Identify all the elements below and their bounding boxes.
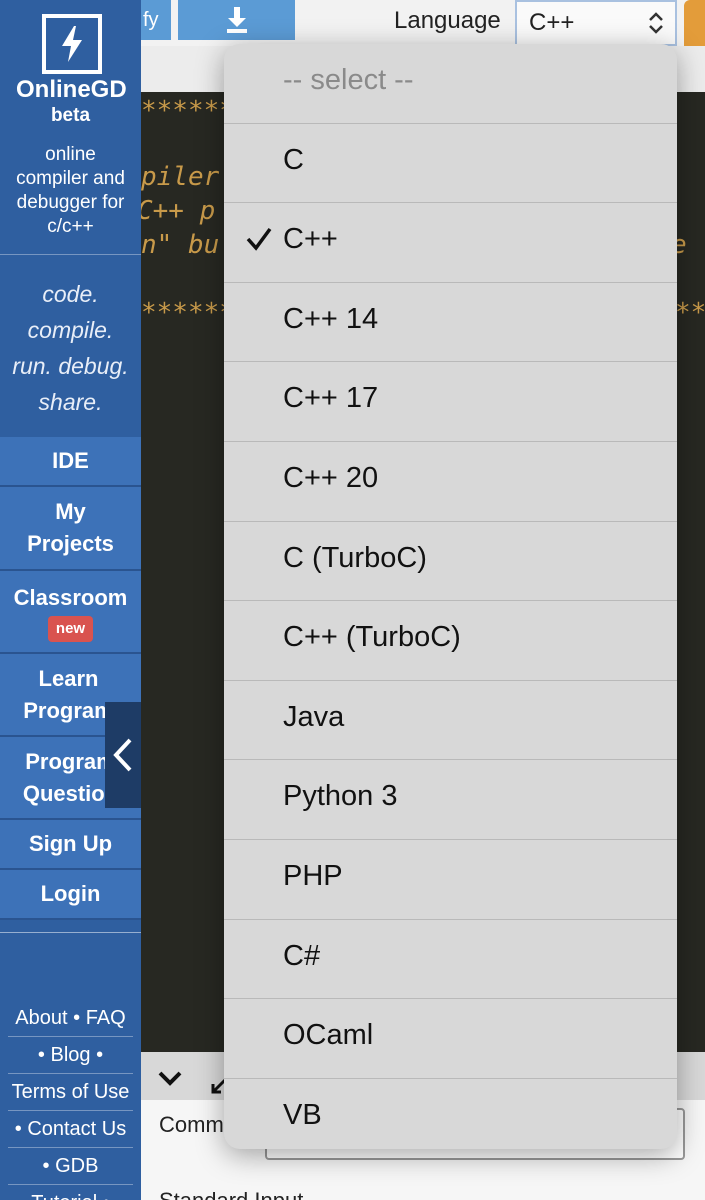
footer-link-contact[interactable]: Contact Us (27, 1118, 126, 1140)
footer-row: • Contact Us (8, 1111, 133, 1148)
option-label: -- select -- (283, 64, 414, 96)
new-badge: new (47, 615, 94, 642)
option-label: C++ (283, 223, 338, 256)
collapse-sidebar-button[interactable] (105, 702, 141, 808)
option-label: Java (283, 700, 345, 733)
option-label: C# (283, 939, 321, 972)
option-cpp14[interactable]: C++ 14 (224, 283, 677, 363)
option-cpp17[interactable]: C++ 17 (224, 362, 677, 442)
option-cpp[interactable]: C++ (224, 203, 677, 283)
nav-item-label: IDE (52, 448, 89, 473)
chevron-down-icon[interactable] (157, 1070, 183, 1086)
footer-link-about[interactable]: About (15, 1007, 67, 1029)
divider (0, 932, 141, 933)
download-button[interactable] (178, 0, 295, 40)
option-vb[interactable]: VB (224, 1079, 677, 1149)
nav-item-classroom[interactable]: Classroom new (0, 571, 141, 654)
nav-item-label: Login (40, 881, 101, 906)
tagline: code. compile. run. debug. share. (0, 276, 141, 420)
option-label: C++ (TurboC) (283, 621, 461, 654)
option-label: Python 3 (283, 780, 398, 813)
option-php[interactable]: PHP (224, 840, 677, 920)
nav-item-sign-up[interactable]: Sign Up (0, 820, 141, 870)
download-icon (226, 7, 247, 33)
footer-link-tutorial[interactable]: Tutorial (31, 1192, 97, 1200)
beautify-button[interactable]: fy (141, 0, 171, 40)
chevron-left-icon (113, 738, 132, 772)
tagline-line: share. (38, 389, 103, 415)
logo[interactable] (42, 14, 102, 74)
footer-row: • Blog • (8, 1037, 133, 1074)
code-line: C++ p (141, 196, 216, 226)
option-cpp-turboc[interactable]: C++ (TurboC) (224, 601, 677, 681)
code-fragment: ** (675, 298, 705, 328)
beta-label: beta (50, 105, 91, 126)
option-label: C++ 14 (283, 302, 379, 335)
footer-row: • GDB (8, 1148, 133, 1185)
footer-row: Terms of Use (8, 1074, 133, 1111)
tagline-line: run. debug. (12, 353, 129, 379)
option-label: PHP (283, 860, 343, 892)
option-label: VB (283, 1098, 322, 1131)
option-label: C (283, 143, 304, 176)
nav-item-login[interactable]: Login (0, 870, 141, 920)
footer-link-gdb[interactable]: GDB (55, 1155, 98, 1177)
option-label: C++ 20 (283, 462, 379, 494)
code-line: piler (141, 162, 220, 192)
footer-links: About • FAQ • Blog • Terms of Use • Cont… (0, 1000, 141, 1200)
language-dropdown: -- select -- C C++ C++ 14 C++ 17 C++ 20 … (224, 44, 677, 1149)
nav-item-label: Sign Up (28, 831, 113, 856)
nav-item-my-projects[interactable]: My Projects (0, 487, 141, 571)
nav-item-label: My Projects (27, 499, 114, 556)
code-line: n" bu (141, 230, 220, 260)
standard-input-label: Standard Input (159, 1188, 303, 1200)
site-description: online compiler and debugger for c/c++ (16, 144, 125, 237)
select-chevron-icon (649, 12, 663, 34)
option-label: C (TurboC) (283, 541, 427, 574)
option-java[interactable]: Java (224, 681, 677, 761)
option-select-placeholder[interactable]: -- select -- (224, 44, 677, 124)
option-c[interactable]: C (224, 124, 677, 204)
option-c-turboc[interactable]: C (TurboC) (224, 522, 677, 602)
nav-item-label: Classroom (13, 584, 128, 610)
option-label: OCaml (283, 1019, 374, 1052)
option-csharp[interactable]: C# (224, 920, 677, 1000)
checkmark-icon (246, 228, 272, 251)
nav-item-label: Program Question (22, 748, 119, 806)
lightning-icon (62, 26, 82, 62)
option-cpp20[interactable]: C++ 20 (224, 442, 677, 522)
tagline-line: code. (42, 281, 99, 307)
option-python3[interactable]: Python 3 (224, 760, 677, 840)
run-button[interactable] (684, 0, 705, 46)
command-line-label: Comm (159, 1112, 224, 1137)
footer-link-faq[interactable]: FAQ (86, 1007, 126, 1029)
footer-link-terms[interactable]: Terms of Use (12, 1081, 130, 1103)
language-select-value: C++ (529, 9, 575, 36)
sidebar: OnlineGD beta online compiler and debugg… (0, 0, 141, 1200)
language-label: Language (394, 7, 501, 34)
divider (0, 254, 141, 255)
tagline-line: compile. (27, 317, 114, 343)
footer-row: About • FAQ (8, 1000, 133, 1037)
option-label: C++ 17 (283, 382, 379, 415)
nav-item-label: Learn Program (23, 665, 114, 723)
language-select[interactable]: C++ (515, 0, 677, 46)
brand-name[interactable]: OnlineGD (16, 76, 127, 104)
nav-item-ide[interactable]: IDE (0, 437, 141, 487)
footer-row: Tutorial • (8, 1185, 133, 1200)
footer-link-blog[interactable]: Blog (50, 1044, 90, 1066)
option-ocaml[interactable]: OCaml (224, 999, 677, 1079)
